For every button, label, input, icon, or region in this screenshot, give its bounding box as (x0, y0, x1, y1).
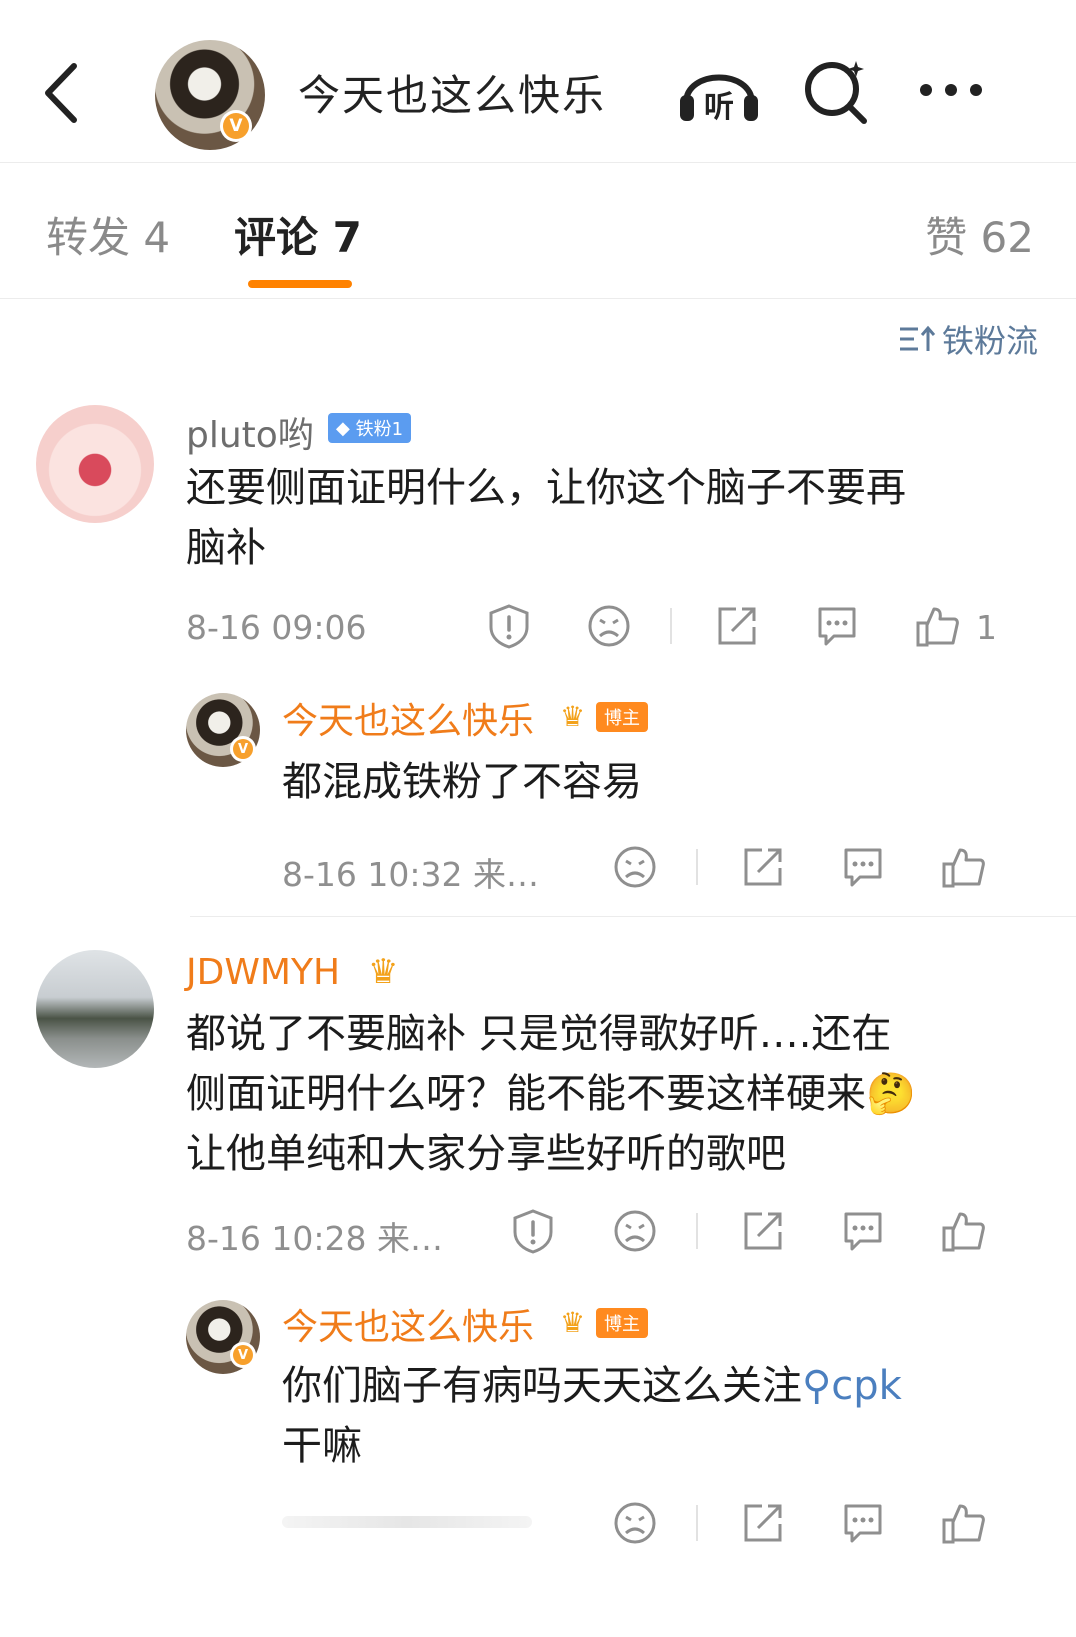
reply-time-blurred (282, 1516, 532, 1528)
user-avatar[interactable] (36, 950, 154, 1068)
topic-link[interactable]: ⚲cpk (802, 1363, 902, 1409)
comment-text-cont: 让他单纯和大家分享些好听的歌吧 (186, 1131, 786, 1177)
comment-text-cont: 脑补 (186, 525, 266, 571)
reply-text: 你们脑子有病吗天天这么关注⚲cpk (282, 1363, 902, 1409)
diamond-icon: ◆ (336, 417, 350, 439)
link-search-icon: ⚲ (802, 1363, 832, 1409)
sort-icon (899, 325, 936, 351)
more-icon[interactable] (916, 78, 986, 102)
tab-reposts[interactable]: 转发 4 (46, 204, 170, 265)
verified-badge-icon: V (220, 110, 252, 142)
comment-time: 8-16 10:28 来… (186, 1219, 443, 1258)
dislike-face-icon[interactable] (612, 844, 658, 890)
crown-icon: ♛ (560, 700, 586, 733)
reply-time: 8-16 10:32 来… (282, 855, 539, 894)
search-icon[interactable] (800, 55, 872, 127)
verified-badge-icon: V (230, 1342, 256, 1368)
reply-username[interactable]: 今天也这么快乐 (282, 1298, 534, 1350)
report-icon[interactable] (510, 1208, 556, 1254)
comment-text: 都说了不要脑补 只是觉得歌好听….还在 (186, 1011, 892, 1057)
user-avatar[interactable] (36, 405, 154, 523)
comment-username[interactable]: JDWMYH (186, 952, 340, 993)
divider (670, 608, 672, 644)
sort-label: 铁粉流 (941, 322, 1038, 360)
dislike-face-icon[interactable] (612, 1208, 658, 1254)
fan-badge: ◆ 铁粉1 (328, 413, 412, 443)
top-bar: V 今天也这么快乐 听 (0, 0, 1076, 163)
page-title: 今天也这么快乐 (298, 71, 607, 120)
sort-toggle[interactable]: 铁粉流 (898, 316, 1038, 362)
comment-time: 8-16 09:06 (186, 608, 367, 647)
tab-comments[interactable]: 评论 7 (234, 204, 362, 265)
report-icon[interactable] (486, 603, 532, 649)
reply-icon[interactable] (840, 844, 886, 890)
reply-username[interactable]: 今天也这么快乐 (282, 692, 534, 744)
blogger-badge: 博主 (596, 1308, 648, 1338)
share-icon[interactable] (740, 1500, 786, 1546)
blogger-badge: 博主 (596, 702, 648, 732)
reply-text: 都混成铁粉了不容易 (282, 759, 642, 805)
share-icon[interactable] (740, 1208, 786, 1254)
svg-text:听: 听 (704, 90, 734, 125)
thinking-emoji: 🤔 (866, 1071, 916, 1117)
divider (696, 1213, 698, 1249)
crown-icon: ♛ (560, 1306, 586, 1339)
divider (696, 849, 698, 885)
thumbs-up-icon[interactable] (940, 844, 986, 890)
thumbs-up-icon[interactable] (914, 603, 960, 649)
dislike-face-icon[interactable] (586, 603, 632, 649)
tab-bar: 转发 4 评论 7 赞 62 (0, 162, 1076, 299)
thumbs-up-icon[interactable] (940, 1208, 986, 1254)
comment-divider (190, 916, 1076, 917)
tab-likes[interactable]: 赞 62 (925, 204, 1034, 265)
comment-text: 还要侧面证明什么，让你这个脑子不要再 (186, 465, 906, 511)
listen-button[interactable]: 听 (678, 55, 760, 131)
comment-username[interactable]: pluto哟 (186, 406, 314, 458)
reply-icon[interactable] (840, 1500, 886, 1546)
like-count: 1 (976, 608, 997, 647)
comment-text-cont: 侧面证明什么呀？能不能不要这样硬来🤔 (186, 1071, 916, 1117)
reply-icon[interactable] (840, 1208, 886, 1254)
share-icon[interactable] (740, 844, 786, 890)
active-tab-indicator (248, 280, 352, 288)
dislike-face-icon[interactable] (612, 1500, 658, 1546)
verified-badge-icon: V (230, 736, 256, 762)
reply-text-cont: 干嘛 (282, 1423, 362, 1469)
divider (696, 1505, 698, 1541)
back-arrow-icon[interactable] (38, 58, 88, 128)
reply-icon[interactable] (814, 603, 860, 649)
crown-gem-icon: ♛ (368, 952, 399, 992)
share-icon[interactable] (714, 603, 760, 649)
headphones-icon: 听 (680, 74, 758, 125)
thumbs-up-icon[interactable] (940, 1500, 986, 1546)
